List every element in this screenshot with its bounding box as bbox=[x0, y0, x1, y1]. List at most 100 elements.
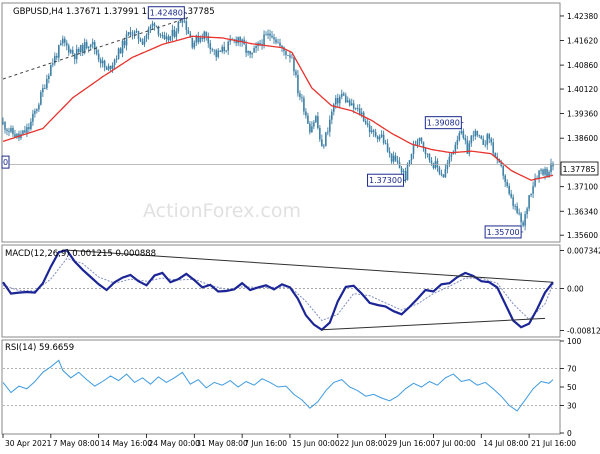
candle-body bbox=[163, 34, 166, 39]
candle-body bbox=[502, 165, 504, 176]
candle-body bbox=[480, 136, 483, 139]
candle-body bbox=[329, 119, 331, 132]
time-tick-label: 7 Jun 16:00 bbox=[244, 439, 287, 448]
time-tick-label: 15 Jun 00:00 bbox=[292, 439, 340, 448]
candle-body bbox=[394, 155, 397, 161]
candle-body bbox=[512, 197, 514, 206]
candle-body bbox=[297, 74, 299, 94]
candle-body bbox=[319, 128, 321, 140]
candle-body bbox=[364, 121, 367, 124]
candle-body bbox=[476, 130, 479, 136]
candle-body bbox=[2, 122, 4, 124]
candle-body bbox=[171, 29, 174, 37]
candle-body bbox=[279, 42, 281, 46]
candle-body bbox=[424, 148, 427, 154]
candle-body bbox=[117, 48, 120, 59]
candle-body bbox=[247, 50, 249, 53]
candle-body bbox=[538, 170, 540, 179]
candle-body bbox=[36, 109, 38, 111]
candle-body bbox=[97, 53, 100, 60]
candle-body bbox=[193, 42, 196, 48]
watermark: ActionForex.com bbox=[143, 200, 301, 222]
candle-body bbox=[392, 155, 395, 162]
annotation-label: 1.39080 bbox=[427, 119, 460, 128]
macd-tick-label: 0.007342 bbox=[567, 246, 600, 255]
candle-body bbox=[91, 42, 94, 45]
annotation-label: 1.42480 bbox=[150, 9, 183, 18]
candle-body bbox=[305, 111, 307, 116]
candle-body bbox=[374, 131, 377, 137]
candle-body bbox=[293, 57, 295, 72]
candle-body bbox=[227, 41, 229, 51]
candle-body bbox=[87, 46, 90, 48]
candle-body bbox=[464, 137, 467, 141]
price-tick-label: 1.35600 bbox=[567, 231, 598, 240]
candle-body bbox=[183, 20, 186, 22]
candle-body bbox=[85, 42, 88, 48]
rsi-tick-label: 100 bbox=[567, 337, 582, 346]
candle-body bbox=[203, 31, 206, 40]
time-tick-label: 7 Jul 00:00 bbox=[435, 439, 475, 448]
macd-tick-label: -0.008126 bbox=[567, 326, 600, 335]
candle-body bbox=[177, 21, 180, 32]
candle-body bbox=[285, 51, 287, 56]
candle-body bbox=[522, 222, 524, 226]
chart-svg: ActionForex.com 1.42380 1.41620 1.40860 1.4… bbox=[0, 0, 600, 450]
candle-body bbox=[432, 163, 435, 168]
candle-body bbox=[506, 181, 508, 187]
candle-body bbox=[492, 142, 495, 154]
rsi-tick-label: 0 bbox=[567, 429, 572, 438]
candle-body bbox=[370, 130, 373, 133]
candle-body bbox=[360, 112, 363, 115]
candle-body bbox=[358, 108, 361, 115]
candle-body bbox=[354, 108, 357, 110]
candle-body bbox=[438, 167, 441, 174]
candle-body bbox=[378, 136, 381, 140]
candle-body bbox=[249, 50, 251, 55]
candle-body bbox=[350, 103, 353, 106]
rsi-tick-label: 70 bbox=[567, 365, 577, 374]
candle-body bbox=[67, 45, 70, 53]
candle-body bbox=[303, 98, 305, 112]
candle-body bbox=[325, 132, 327, 146]
candle-body bbox=[410, 153, 413, 161]
candle-body bbox=[8, 130, 10, 132]
candle-body bbox=[185, 21, 188, 31]
candle-body bbox=[346, 100, 349, 103]
candle-body bbox=[388, 151, 391, 154]
candle-body bbox=[546, 168, 548, 178]
candle-body bbox=[384, 142, 387, 144]
price-tick-label: 1.38600 bbox=[567, 134, 598, 143]
candle-body bbox=[79, 45, 82, 53]
candle-body bbox=[111, 65, 114, 69]
candle-body bbox=[161, 34, 164, 36]
candle-body bbox=[456, 139, 459, 145]
price-tick-label: 1.39360 bbox=[567, 110, 598, 119]
candle-body bbox=[225, 50, 227, 52]
candle-body bbox=[123, 40, 126, 46]
candle-body bbox=[317, 116, 319, 129]
candle-body bbox=[484, 144, 487, 146]
candle-body bbox=[342, 93, 345, 96]
current-price-tag: 1.37785 bbox=[560, 161, 599, 176]
candle-body bbox=[516, 206, 518, 213]
time-tick-label: 22 Jun 08:00 bbox=[340, 439, 388, 448]
candle-body bbox=[175, 31, 178, 37]
candle-body bbox=[416, 140, 419, 146]
candle-body bbox=[46, 78, 48, 89]
price-tick-label: 1.42380 bbox=[567, 12, 598, 21]
candle-body bbox=[205, 31, 208, 37]
candle-body bbox=[336, 97, 339, 104]
candle-body bbox=[530, 193, 532, 196]
candle-body bbox=[478, 135, 481, 137]
candle-body bbox=[129, 32, 132, 36]
candle-body bbox=[201, 37, 204, 40]
candle-body bbox=[32, 113, 34, 122]
candle-body bbox=[133, 31, 136, 35]
candle-body bbox=[12, 127, 14, 135]
candle-body bbox=[59, 43, 62, 46]
candle-body bbox=[321, 139, 323, 147]
candle-body bbox=[486, 134, 489, 145]
candle-body bbox=[165, 36, 168, 39]
candle-body bbox=[340, 93, 343, 97]
